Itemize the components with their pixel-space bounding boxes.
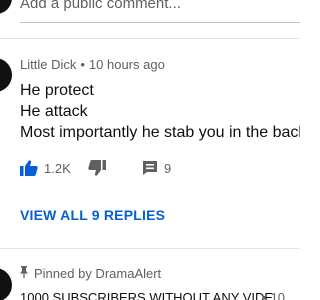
comment-divider-top bbox=[0, 38, 300, 39]
comment-divider-bottom bbox=[0, 248, 300, 249]
dislike-button[interactable] bbox=[88, 158, 106, 178]
comment-line: He protect bbox=[20, 82, 94, 99]
pinned-label: Pinned by DramaAlert bbox=[34, 266, 162, 281]
thumbs-down-icon bbox=[88, 160, 106, 176]
comment-timestamp[interactable]: 10 hours ago bbox=[89, 57, 165, 72]
meta-separator: • bbox=[80, 57, 85, 72]
time-separator: • bbox=[262, 290, 267, 300]
add-comment-input[interactable]: Add a public comment... bbox=[20, 0, 181, 12]
add-comment-underline bbox=[20, 22, 300, 23]
like-count: 1.2K bbox=[44, 160, 71, 176]
comment-line: Most importantly he stab you in the back bbox=[20, 124, 300, 141]
thumbs-up-icon bbox=[20, 160, 38, 176]
pinned-comment-text: 1000 SUBSCRIBERS WITHOUT ANY VIDE bbox=[20, 290, 274, 300]
comment-meta: Little Dick • 10 hours ago bbox=[20, 57, 165, 72]
pinned-indicator: Pinned by DramaAlert bbox=[20, 266, 161, 281]
reply-count: 9 bbox=[164, 160, 172, 176]
view-replies-button[interactable]: VIEW ALL 9 REPLIES bbox=[20, 207, 165, 223]
reply-button[interactable]: 9 bbox=[142, 158, 171, 178]
pin-icon bbox=[20, 266, 34, 281]
current-user-avatar[interactable] bbox=[0, 0, 12, 14]
pinned-comment-time: • 10 bbox=[262, 290, 285, 300]
comment-author-avatar[interactable] bbox=[0, 58, 12, 92]
comment-icon bbox=[142, 160, 158, 176]
comments-panel: Add a public comment... Little Dick • 10 h… bbox=[0, 0, 300, 300]
pinned-comment-avatar[interactable] bbox=[0, 268, 12, 300]
like-button[interactable]: 1.2K bbox=[20, 158, 71, 178]
comment-author[interactable]: Little Dick bbox=[20, 57, 76, 72]
comment-text: He protect He attack Most importantly he… bbox=[20, 80, 300, 143]
pinned-comment-timestamp[interactable]: 10 bbox=[271, 290, 285, 300]
comment-line: He attack bbox=[20, 103, 88, 120]
